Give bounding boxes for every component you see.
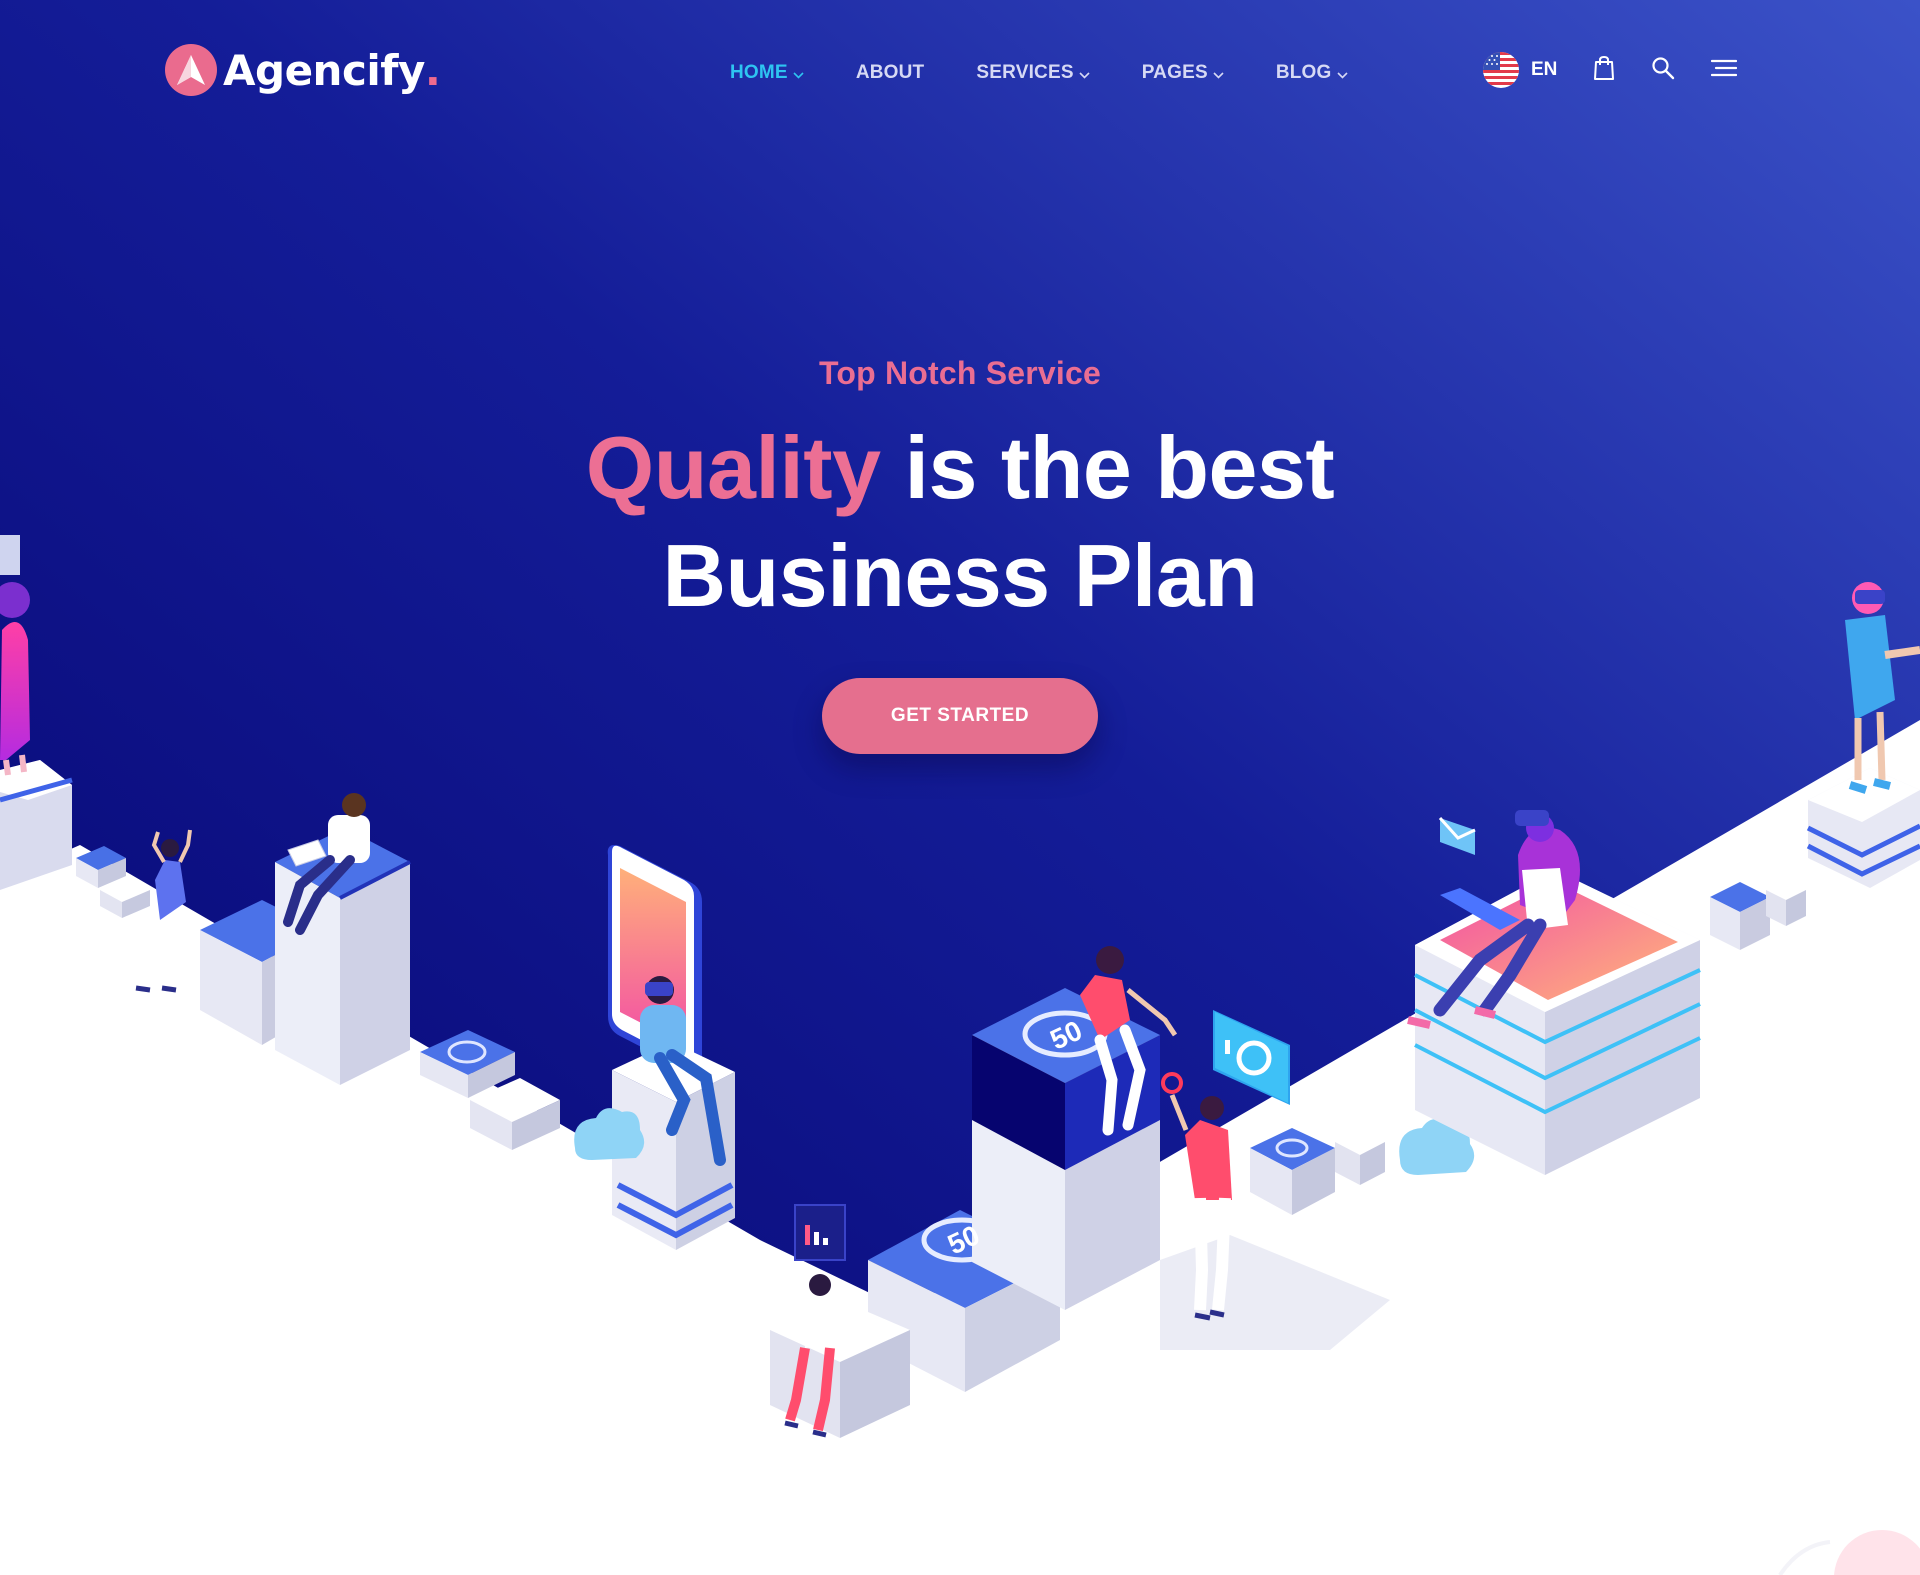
headline-rest: is the best <box>880 418 1335 517</box>
nav-item-about[interactable]: ABOUT <box>856 62 925 84</box>
chevron-down-icon <box>793 63 804 85</box>
nav-item-home[interactable]: HOME <box>730 60 804 85</box>
chevron-down-icon <box>1213 63 1224 85</box>
get-started-button[interactable]: GET STARTED <box>822 678 1098 754</box>
hero-section: 50 50 50 <box>0 0 1920 1575</box>
brand-name: Agencify <box>223 45 425 95</box>
shopping-bag-icon[interactable] <box>1593 55 1615 86</box>
nav-item-services[interactable]: SERVICES <box>976 60 1090 85</box>
nav-item-label: SERVICES <box>976 61 1074 83</box>
search-icon[interactable] <box>1651 56 1675 85</box>
header-tools: EN <box>1483 52 1773 88</box>
hero-content: Top Notch Service Quality is the best Bu… <box>0 355 1920 630</box>
nav-item-label: BLOG <box>1275 61 1332 83</box>
headline-accent: Quality <box>585 418 881 517</box>
headline-line2: Business Plan <box>662 526 1258 625</box>
language-code: EN <box>1531 59 1558 80</box>
main-nav: HOME ABOUT SERVICES PAGES BLOG <box>730 60 1400 85</box>
brand-logo[interactable]: Agencify. <box>165 44 441 96</box>
nav-item-label: ABOUT <box>855 61 925 83</box>
us-flag-icon <box>1483 52 1519 88</box>
chevron-down-icon <box>1336 63 1348 85</box>
paper-plane-icon <box>165 44 217 96</box>
site-header: Agencify. HOME ABOUT SERVICES PAGES BLOG… <box>0 0 1920 150</box>
chevron-down-icon <box>1079 63 1090 85</box>
nav-item-blog[interactable]: BLOG <box>1276 60 1348 85</box>
hamburger-menu-icon[interactable] <box>1711 59 1738 82</box>
nav-item-pages[interactable]: PAGES <box>1142 60 1224 85</box>
hero-kicker: Top Notch Service <box>819 355 1101 391</box>
hero-illustration: 50 50 50 <box>0 0 1920 1575</box>
nav-item-label: HOME <box>730 61 788 83</box>
nav-item-label: PAGES <box>1141 61 1208 83</box>
hero-headline: Quality is the best Business Plan <box>0 414 1920 630</box>
language-selector[interactable]: EN <box>1483 52 1557 88</box>
brand-dot: . <box>424 45 441 95</box>
